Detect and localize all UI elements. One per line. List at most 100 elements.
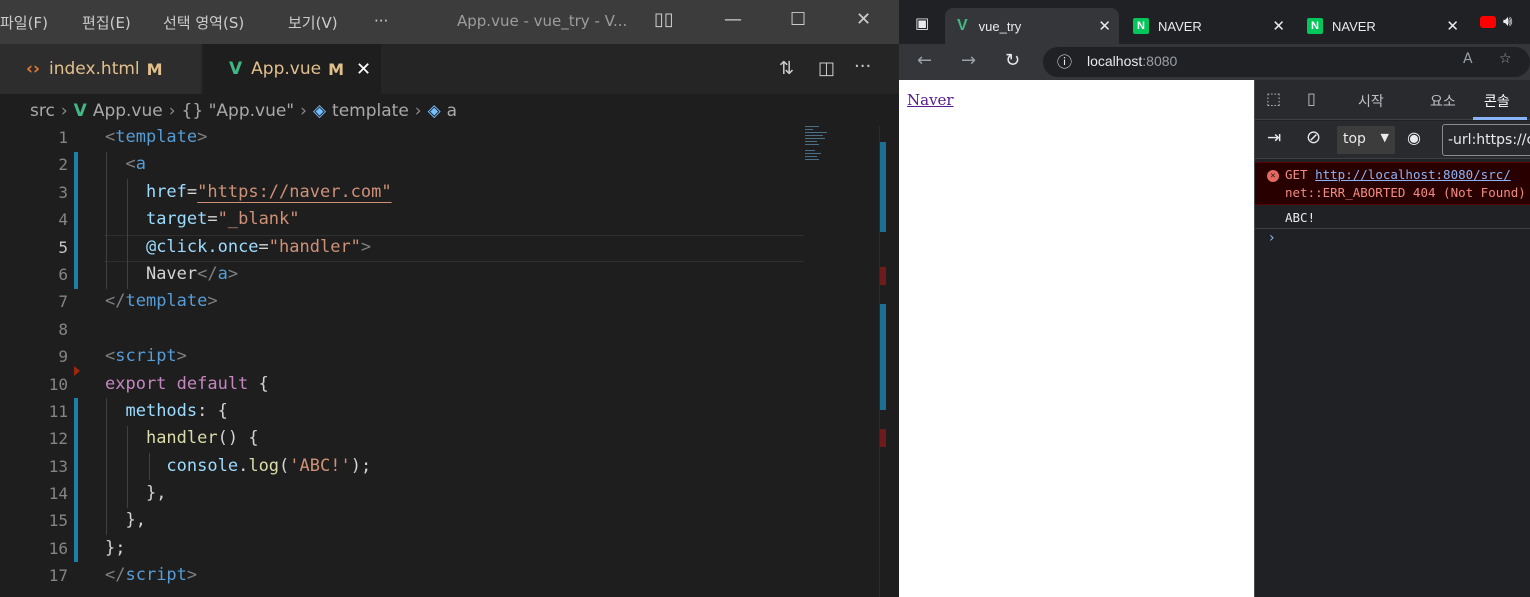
code-line-11: methods: { (125, 400, 228, 421)
editor-scrollbar[interactable] (879, 126, 899, 597)
favorites-icon[interactable]: ☆ (1499, 51, 1512, 67)
line-number: 15 (48, 511, 68, 531)
split-editor-icon[interactable]: ◫ (818, 58, 835, 79)
console-filter-input[interactable]: -url:https://c (1442, 124, 1530, 156)
browser-window: ▣ V vue_try ✕ N NAVER ✕ N NAVER ✕ 🔊︎ ← →… (899, 0, 1530, 597)
scroll-change-mark (880, 142, 886, 232)
close-tab-icon[interactable]: ✕ (1098, 17, 1111, 35)
maximize-icon[interactable]: ☐ (790, 9, 806, 30)
clear-console-icon[interactable]: ⊘ (1306, 127, 1321, 148)
devtools-tab-bar: ⬚ ▯ 시작 요소 콘솔 (1255, 80, 1530, 120)
breadcrumb-module[interactable]: {} "App.vue" (182, 101, 295, 121)
browser-tab-naver-1[interactable]: N NAVER ✕ (1121, 8, 1293, 44)
browser-tab-label: NAVER (1158, 18, 1202, 34)
console-prompt[interactable]: › (1269, 230, 1275, 246)
line-number: 16 (48, 538, 68, 558)
git-compare-icon[interactable]: ⇅ (779, 58, 794, 79)
code-line-10: export default { (105, 373, 269, 394)
minimap[interactable] (805, 126, 845, 166)
code-editor[interactable]: <template> <a href="https://naver.com" t… (105, 124, 805, 590)
read-aloud-icon[interactable]: A (1463, 51, 1473, 67)
line-number: 2 (58, 155, 68, 175)
device-emulation-icon[interactable]: ▯ (1307, 89, 1316, 108)
breadcrumb-file[interactable]: App.vue (93, 101, 163, 121)
line-number: 3 (58, 182, 68, 202)
cube-icon: ◈ (427, 101, 441, 121)
tab-console[interactable]: 콘솔 (1484, 91, 1510, 111)
vue-favicon-icon: V (957, 17, 968, 34)
code-line-6: Naver</a> (145, 263, 239, 284)
naver-favicon-icon: N (1133, 18, 1149, 34)
close-window-icon[interactable]: ✕ (856, 9, 871, 30)
cube-icon: ◈ (312, 101, 327, 121)
browser-tab-naver-2[interactable]: N NAVER ✕ (1295, 8, 1467, 44)
more-actions-icon[interactable]: ··· (854, 56, 871, 77)
url-text: localhost:8080 (1087, 53, 1178, 69)
scroll-error-mark (880, 429, 886, 447)
console-error-message: ✕ GET http://localhost:8080/src/ net::ER… (1255, 162, 1530, 205)
forward-icon[interactable]: → (961, 50, 976, 71)
line-number: 6 (58, 264, 68, 284)
console-log-message: ABC! (1255, 205, 1530, 229)
menu-file[interactable]: 파일(F) (0, 12, 48, 33)
naver-favicon-icon: N (1307, 18, 1323, 34)
back-icon[interactable]: ← (917, 50, 932, 71)
breadcrumb-a[interactable]: a (447, 101, 457, 121)
code-line-3: href="https://naver.com" (145, 181, 392, 202)
line-number: 1 (58, 128, 68, 147)
live-expression-eye-icon[interactable]: ◉ (1407, 128, 1421, 147)
line-number: 9 (58, 347, 68, 367)
chevron-right-icon: › (414, 101, 422, 121)
menu-selection[interactable]: 선택 영역(S) (163, 12, 244, 33)
vue-icon: V (73, 101, 87, 121)
error-source-link[interactable]: http://localhost:8080/src/ (1315, 167, 1511, 182)
refresh-icon[interactable]: ↻ (1005, 50, 1020, 71)
close-tab-icon[interactable]: ✕ (356, 59, 371, 80)
show-sidebar-icon[interactable]: ⇥ (1267, 128, 1281, 148)
context-selector[interactable]: top ▼ (1337, 126, 1395, 154)
line-number: 5 (58, 237, 68, 257)
youtube-favicon-icon[interactable] (1480, 16, 1496, 28)
browser-tab-vue-try[interactable]: V vue_try ✕ (945, 8, 1119, 44)
code-line-1: <template> (105, 127, 208, 147)
window-title: App.vue - vue_try - V... (457, 12, 628, 30)
tab-app-vue[interactable]: V App.vue M ✕ (203, 44, 381, 94)
tab-actions-icon[interactable]: ▣ (915, 14, 929, 32)
address-bar-row: ← → ↻ ⓘ localhost:8080 A ☆ (899, 44, 1530, 80)
inspect-element-icon[interactable]: ⬚ (1266, 89, 1281, 108)
modified-badge: M (146, 59, 163, 79)
tab-welcome[interactable]: 시작 (1358, 91, 1384, 111)
code-line-5: @click.once="handler"> (145, 236, 372, 257)
naver-link[interactable]: Naver (907, 91, 954, 109)
close-tab-icon[interactable]: ✕ (1446, 17, 1459, 35)
tab-label: index.html (49, 59, 140, 79)
close-tab-icon[interactable]: ✕ (1272, 17, 1285, 35)
vue-icon: V (229, 59, 243, 79)
code-line-9: <script> (105, 346, 187, 367)
tab-elements[interactable]: 요소 (1430, 91, 1456, 111)
line-number: 10 (48, 374, 68, 394)
speaker-icon[interactable]: 🔊︎ (1503, 12, 1512, 30)
modified-badge: M (328, 59, 345, 79)
breadcrumb-template[interactable]: template (332, 101, 409, 121)
chevron-right-icon: › (300, 101, 307, 121)
error-line-1: GET http://localhost:8080/src/ (1285, 167, 1511, 182)
git-change-indicator (74, 152, 78, 289)
tab-index-html[interactable]: ‹› index.html M (0, 44, 201, 94)
url-bar[interactable]: ⓘ localhost:8080 A ☆ (1043, 47, 1530, 77)
layout-icon[interactable]: ▯▯ (654, 9, 674, 30)
scroll-change-mark (880, 304, 886, 410)
page-content: Naver (899, 80, 1254, 597)
chevron-right-icon: › (168, 101, 176, 121)
code-line-13: console.log('ABC!'); (166, 455, 372, 476)
menu-edit[interactable]: 편집(E) (82, 12, 131, 33)
menu-view[interactable]: 보기(V) (288, 12, 338, 33)
tab-label: App.vue (251, 59, 322, 79)
minimize-icon[interactable]: — (724, 9, 742, 30)
git-change-indicator (74, 398, 78, 562)
breadcrumb-src[interactable]: src (30, 101, 55, 121)
line-number: 14 (48, 484, 68, 504)
menu-more[interactable]: ··· (374, 12, 388, 30)
code-line-4: target="_blank" (145, 209, 300, 230)
info-icon[interactable]: ⓘ (1057, 51, 1072, 72)
